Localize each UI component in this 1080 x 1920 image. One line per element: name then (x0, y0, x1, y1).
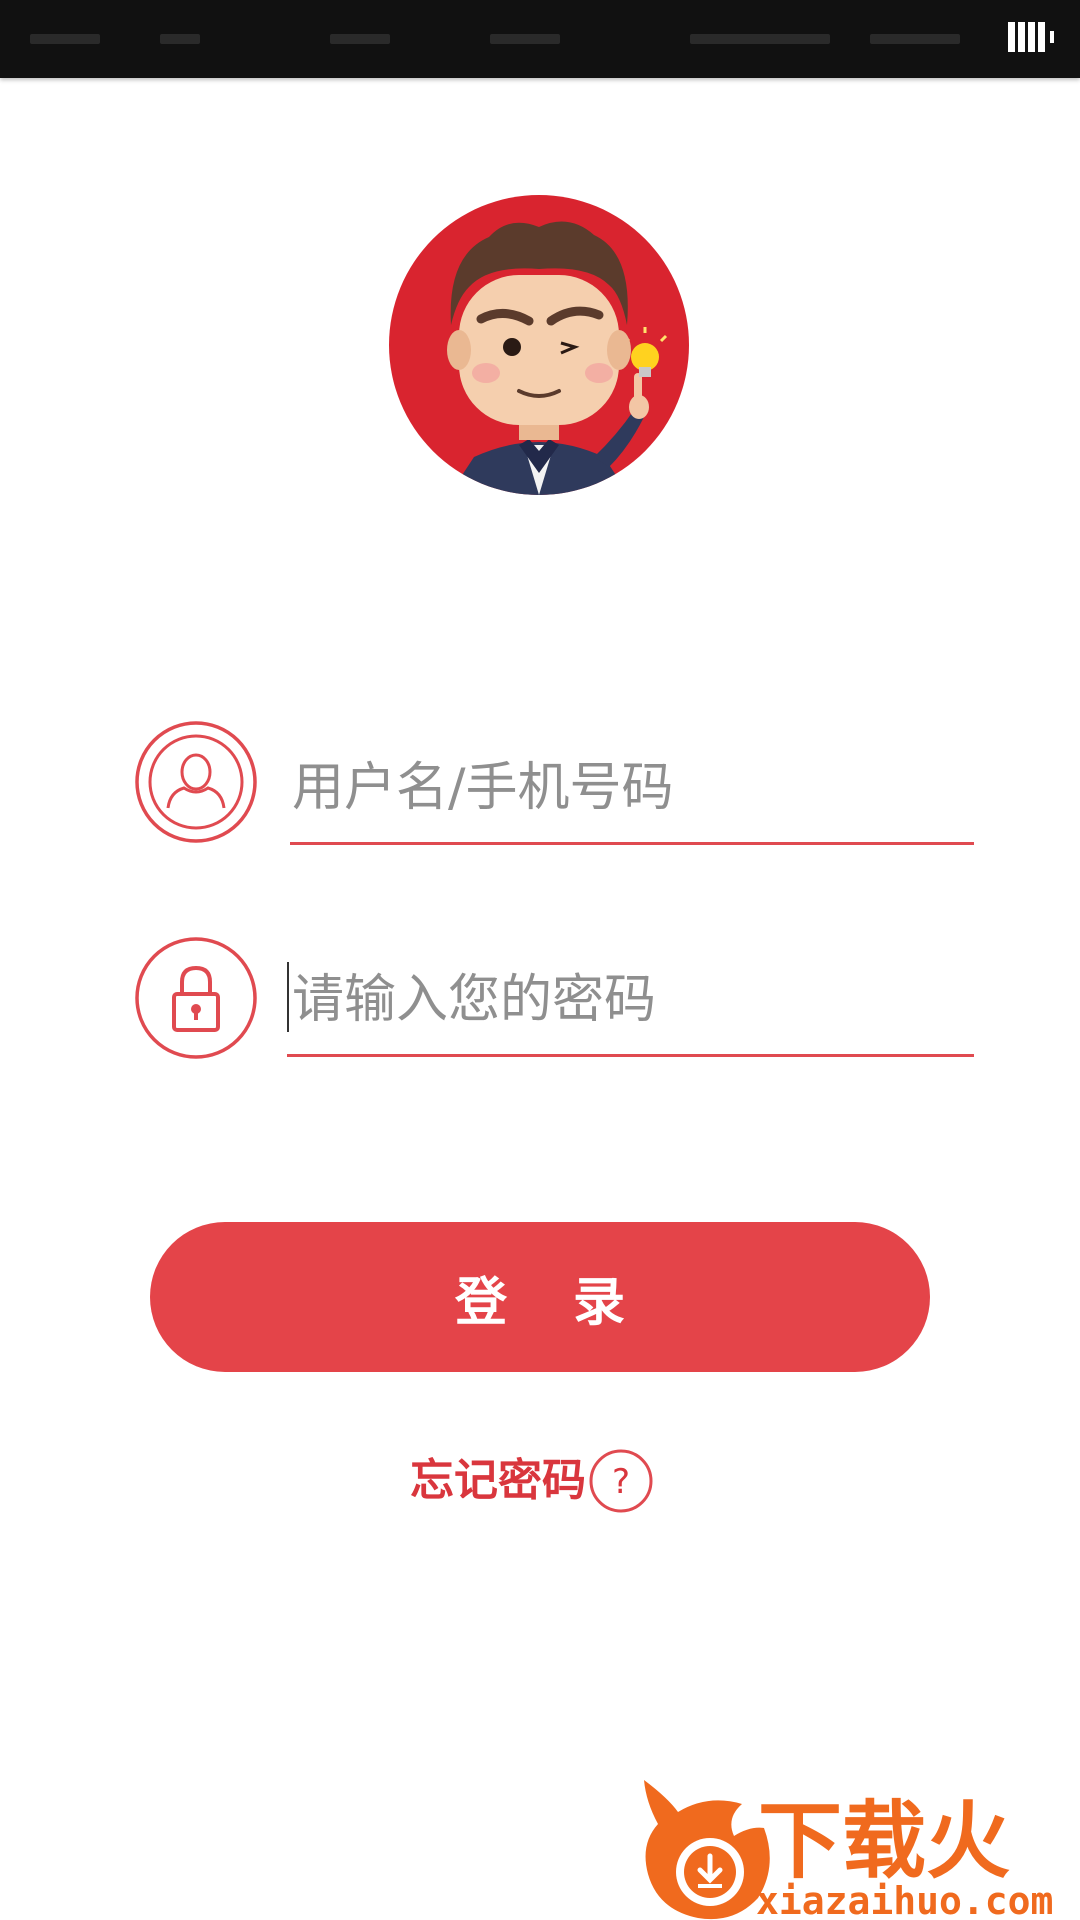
status-indicator (160, 34, 200, 44)
svg-text:?: ? (612, 1462, 630, 1502)
status-indicator (490, 34, 560, 44)
username-underline (290, 842, 974, 845)
status-indicator (30, 34, 100, 44)
text-cursor (287, 962, 289, 1032)
forgot-password-link[interactable]: 忘记密码 ? (410, 1446, 654, 1516)
status-indicator (690, 34, 830, 44)
xiazaihuo-logo: 下载火 xiazaihuo.com (644, 1780, 1053, 1920)
forgot-password-label: 忘记密码 (410, 1455, 586, 1506)
status-bar (0, 0, 1080, 78)
login-screen: 用户名/手机号码 请输入您的密码 登 录 忘记密码 ? 下载火 xiazaihu… (0, 0, 1080, 1920)
password-underline (287, 1054, 974, 1057)
watermark-domain: xiazaihuo.com (756, 1879, 1053, 1920)
login-button[interactable]: 登 录 (150, 1222, 930, 1372)
cartoon-avatar-icon (389, 195, 689, 495)
username-input[interactable]: 用户名/手机号码 (292, 758, 674, 818)
status-indicator (330, 34, 390, 44)
question-circle-icon: ? (589, 1449, 653, 1513)
watermark-brand: 下载火 (758, 1792, 1010, 1890)
login-button-label: 登 录 (454, 1272, 650, 1333)
lock-icon (135, 937, 257, 1059)
battery-full-icon (1008, 22, 1054, 52)
status-indicator (870, 34, 960, 44)
password-input[interactable]: 请输入您的密码 (292, 970, 656, 1030)
user-icon (135, 721, 257, 843)
